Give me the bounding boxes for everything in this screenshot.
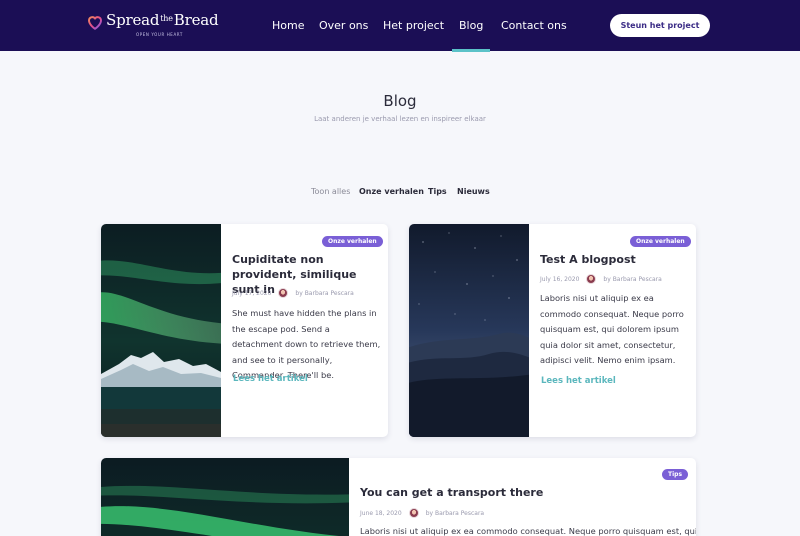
post-meta: June 18, 2020 by Barbara Pescara: [360, 508, 484, 518]
category-badge[interactable]: Onze verhalen: [630, 236, 691, 247]
post-excerpt: Laboris nisi ut aliquip ex ea commodo co…: [540, 293, 684, 365]
post-excerpt: Laboris nisi ut aliquip ex ea commodo co…: [360, 526, 696, 536]
nav-item-over-ons[interactable]: Over ons: [319, 19, 368, 32]
read-article-link[interactable]: Lees het artikel: [233, 374, 308, 384]
filter-tips[interactable]: Tips: [428, 187, 447, 196]
author-avatar: [278, 288, 289, 298]
post-date: June 18, 2020: [360, 509, 402, 517]
page-title: Blog: [383, 92, 417, 110]
aurora-mountain-illustration: [101, 224, 221, 437]
post-date: July 17, 2020: [232, 289, 272, 297]
post-author: by Barbara Pescara: [295, 289, 354, 297]
category-badge[interactable]: Onze verhalen: [322, 236, 383, 247]
post-title[interactable]: Test A blogpost: [540, 252, 685, 267]
logo-word-spread: Spread: [106, 11, 160, 29]
filter-onze-verhalen[interactable]: Onze verhalen: [359, 187, 424, 196]
post-title[interactable]: You can get a transport there: [360, 485, 680, 500]
site-logo[interactable]: SpreadtheBread OPEN YOUR HEART: [86, 11, 219, 41]
nav-item-blog[interactable]: Blog: [459, 19, 483, 32]
logo-word-bread: Bread: [173, 11, 219, 29]
top-navbar: SpreadtheBread OPEN YOUR HEART Home Over…: [0, 0, 800, 52]
author-avatar: [586, 274, 597, 284]
support-project-button[interactable]: Steun het project: [610, 14, 710, 37]
post-author: by Barbara Pescara: [603, 275, 662, 283]
category-badge[interactable]: Tips: [662, 469, 689, 480]
aurora-wide-illustration: [101, 458, 349, 536]
logo-tagline: OPEN YOUR HEART: [136, 32, 183, 37]
nav-item-home[interactable]: Home: [272, 19, 304, 32]
active-nav-indicator: [452, 49, 490, 52]
filter-nieuws[interactable]: Nieuws: [457, 187, 490, 196]
category-filters: Toon alles Onze verhalen Tips Nieuws: [0, 187, 800, 199]
nav-item-het-project[interactable]: Het project: [383, 19, 444, 32]
aurora-image-wide[interactable]: [101, 458, 349, 536]
blog-card[interactable]: Onze verhalen Cupiditate non provident, …: [101, 224, 388, 437]
read-article-link[interactable]: Lees het artikel: [541, 376, 616, 386]
nav-item-contact-ons[interactable]: Contact ons: [501, 19, 567, 32]
author-avatar: [408, 508, 419, 518]
page-subtitle: Laat anderen je verhaal lezen en inspire…: [314, 115, 486, 123]
post-meta: July 17, 2020 by Barbara Pescara: [232, 288, 354, 298]
post-excerpt: She must have hidden the plans in the es…: [232, 308, 381, 380]
filter-show-all[interactable]: Toon alles: [311, 187, 350, 196]
logo-wordmark: SpreadtheBread: [106, 11, 219, 29]
blog-card-wide[interactable]: Tips You can get a transport there June …: [101, 458, 696, 536]
blog-card[interactable]: Onze verhalen Test A blogpost July 16, 2…: [409, 224, 696, 437]
post-author: by Barbara Pescara: [425, 509, 485, 517]
night-sky-hills-image[interactable]: [409, 224, 529, 437]
heart-logo-icon: [88, 16, 102, 30]
night-sky-illustration: [409, 224, 529, 437]
post-date: July 16, 2020: [540, 275, 580, 283]
post-meta: July 16, 2020 by Barbara Pescara: [540, 274, 662, 284]
logo-word-the: the: [160, 14, 173, 23]
aurora-mountain-image[interactable]: [101, 224, 221, 437]
